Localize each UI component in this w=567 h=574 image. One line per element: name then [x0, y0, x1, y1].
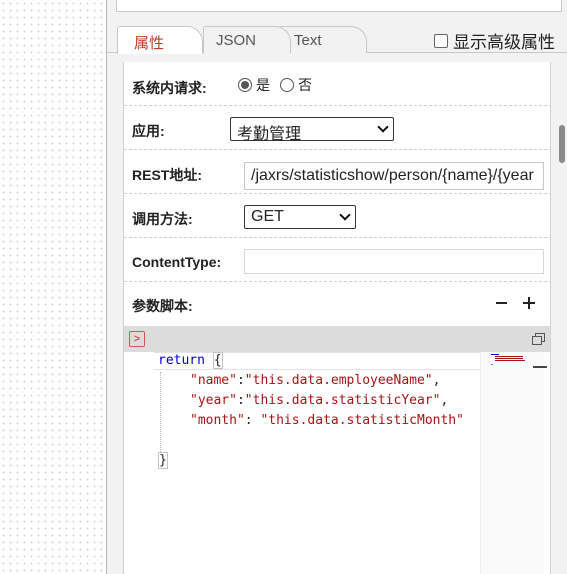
code-keyword: return — [158, 353, 205, 368]
application-value: 考勤管理 — [237, 126, 302, 143]
code-line-3: "year":"this.data.statisticYear", — [190, 392, 448, 410]
tab-text[interactable]: Text — [279, 26, 367, 53]
panel-scrollbar[interactable] — [556, 54, 567, 574]
code-end: , — [432, 373, 441, 388]
code-line-6: } — [158, 452, 168, 470]
method-select[interactable]: GET — [244, 205, 356, 229]
advanced-properties-toggle[interactable]: 显示高级属性 — [434, 28, 555, 53]
code-brace-close: } — [158, 452, 168, 469]
code-value: "this.data.employeeName" — [244, 373, 433, 388]
minimap-line — [495, 360, 525, 361]
method-label: 调用方法: — [132, 211, 193, 227]
code-value: "this.data.statisticMonth" — [260, 413, 464, 428]
property-tabs: Text JSON 属性 显示高级属性 — [107, 22, 567, 54]
application-select[interactable]: 考勤管理 — [230, 117, 394, 143]
param-script-label: 参数脚本: — [132, 298, 193, 314]
code-sep: : — [236, 393, 245, 408]
code-key: "year" — [190, 393, 237, 408]
content-type-input[interactable] — [244, 249, 544, 274]
internal-request-label: 系统内请求: — [132, 80, 207, 96]
code-line-2: "name":"this.data.employeeName", — [190, 372, 440, 390]
code-value: "this.data.statisticYear" — [244, 393, 441, 408]
radio-yes[interactable] — [238, 78, 252, 92]
code-brace-open: { — [212, 352, 223, 369]
code-line-1: return { — [158, 352, 223, 370]
row-method: 调用方法: GET — [124, 194, 550, 238]
minimap-line — [495, 358, 523, 359]
maximize-editor-icon[interactable] — [532, 333, 545, 345]
minimap-line — [495, 356, 523, 357]
top-content-box — [116, 0, 562, 12]
property-panel: Text JSON 属性 显示高级属性 系统内请求: 是 否 应用: 考勤管理 — [106, 0, 567, 574]
internal-request-radios: 是 否 — [238, 75, 312, 95]
row-internal-request: 系统内请求: 是 否 — [124, 62, 550, 106]
rest-address-input[interactable]: /jaxrs/statisticshow/person/{name}/{year — [244, 162, 544, 190]
radio-no-label: 否 — [298, 77, 312, 93]
tab-properties[interactable]: 属性 — [117, 26, 203, 54]
chevron-down-icon — [377, 121, 389, 133]
remove-icon[interactable] — [496, 302, 507, 304]
radio-no[interactable] — [280, 78, 294, 92]
code-sep: : — [244, 413, 261, 428]
code-line-4: "month": "this.data.statisticMonth" — [190, 412, 464, 430]
method-value: GET — [251, 208, 284, 225]
code-end: , — [440, 393, 449, 408]
editor-toolbar: > — [124, 326, 550, 352]
row-application: 应用: 考勤管理 — [124, 106, 550, 150]
panel-scrollbar-thumb[interactable] — [559, 125, 565, 163]
minimap-line — [491, 354, 499, 355]
property-form: 系统内请求: 是 否 应用: 考勤管理 REST地址: /jaxrs/stati… — [123, 62, 551, 574]
editor-minimap[interactable] — [480, 352, 547, 574]
indent-guide — [160, 372, 161, 464]
content-type-label: ContentType: — [132, 254, 222, 270]
chevron-down-icon — [339, 209, 351, 221]
code-key: "name" — [190, 373, 237, 388]
advanced-checkbox-label: 显示高级属性 — [453, 33, 555, 52]
rest-address-label: REST地址: — [132, 167, 202, 183]
code-sep: : — [236, 373, 245, 388]
minimap-cursor — [533, 366, 547, 368]
advanced-checkbox[interactable] — [434, 33, 448, 48]
add-icon[interactable] — [523, 297, 535, 309]
script-editor[interactable]: return { "name":"this.data.employeeName"… — [124, 352, 550, 574]
code-key: "month" — [190, 413, 245, 428]
application-label: 应用: — [132, 123, 165, 139]
tab-json[interactable]: JSON — [203, 26, 291, 53]
minimap-line — [491, 364, 493, 365]
radio-yes-label: 是 — [256, 77, 270, 93]
run-script-icon[interactable]: > — [129, 331, 145, 347]
